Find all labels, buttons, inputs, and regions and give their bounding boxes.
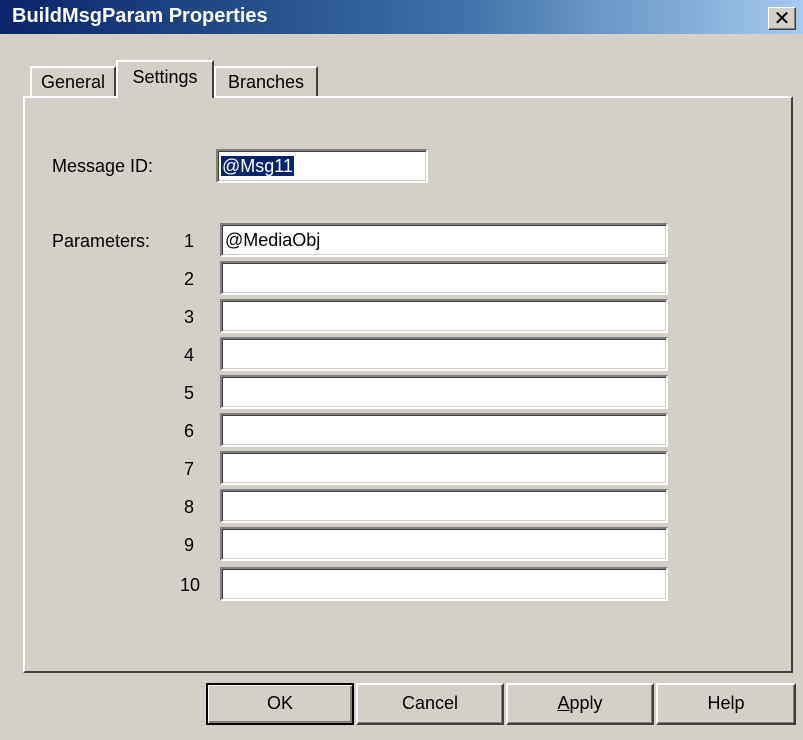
- cancel-button[interactable]: Cancel: [356, 683, 504, 725]
- parameter-field-6[interactable]: [220, 413, 668, 447]
- close-icon: ✕: [773, 6, 791, 30]
- parameter-index-7: 7: [183, 459, 194, 479]
- parameter-index-2: 2: [183, 269, 194, 289]
- parameters-label: Parameters:: [52, 231, 151, 251]
- help-button[interactable]: Help: [656, 683, 796, 725]
- tab-branches[interactable]: Branches: [214, 66, 318, 96]
- parameter-field-2[interactable]: [220, 261, 668, 295]
- parameter-index-5: 5: [183, 383, 194, 403]
- parameter-index-9: 9: [183, 535, 194, 555]
- parameter-field-3[interactable]: [220, 299, 668, 333]
- ok-button[interactable]: OK: [206, 683, 354, 725]
- parameter-field-8[interactable]: [220, 489, 668, 523]
- parameter-field-4[interactable]: [220, 337, 668, 371]
- properties-dialog: BuildMsgParam Properties ✕ General Setti…: [0, 0, 803, 740]
- parameter-field-10[interactable]: [220, 567, 668, 601]
- parameter-index-1: 1: [183, 231, 194, 251]
- parameter-field-7[interactable]: [220, 451, 668, 485]
- tab-general[interactable]: General: [30, 66, 116, 96]
- apply-label-rest: pply: [569, 693, 603, 713]
- dialog-title: BuildMsgParam Properties: [12, 5, 268, 27]
- title-bar[interactable]: BuildMsgParam Properties ✕: [0, 0, 803, 34]
- parameter-index-4: 4: [183, 345, 194, 365]
- message-id-value: @Msg11: [221, 156, 294, 176]
- parameter-index-6: 6: [183, 421, 194, 441]
- apply-button[interactable]: Apply: [506, 683, 654, 725]
- close-button[interactable]: ✕: [768, 7, 796, 30]
- parameter-index-8: 8: [183, 497, 194, 517]
- apply-accelerator: A: [557, 693, 570, 713]
- parameter-index-10: 10: [179, 575, 200, 595]
- parameter-field-1[interactable]: @MediaObj: [220, 223, 668, 257]
- message-id-label: Message ID:: [52, 156, 154, 176]
- tab-settings[interactable]: Settings: [116, 60, 214, 98]
- parameter-field-5[interactable]: [220, 375, 668, 409]
- message-id-field[interactable]: @Msg11: [216, 149, 428, 183]
- parameter-index-3: 3: [183, 307, 194, 327]
- parameter-field-9[interactable]: [220, 527, 668, 561]
